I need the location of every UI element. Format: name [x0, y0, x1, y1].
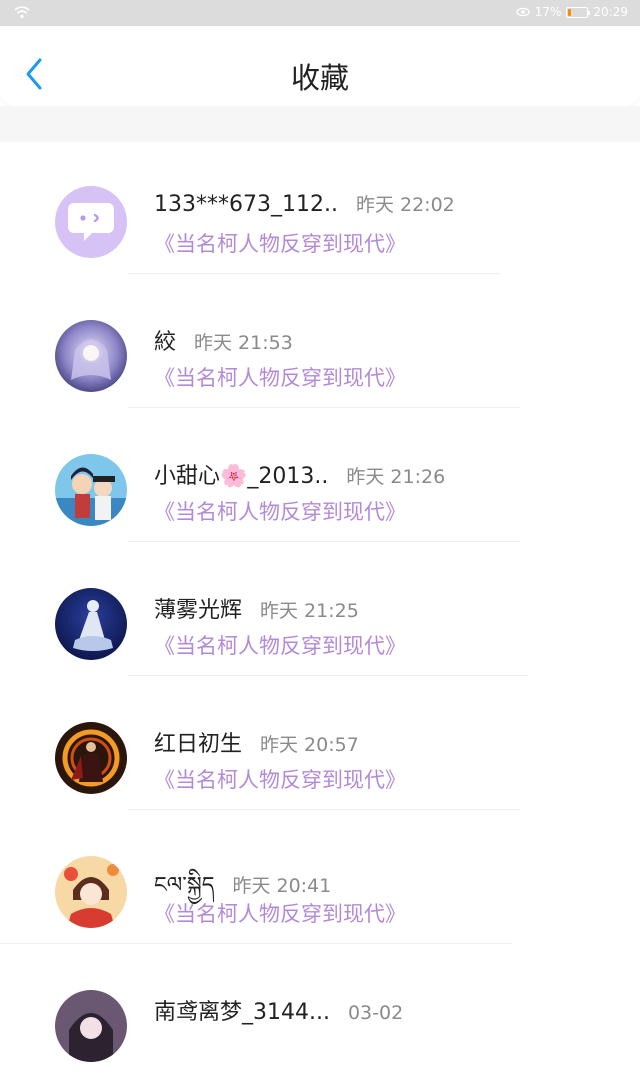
timestamp: 昨天 22:02 — [355, 194, 455, 216]
timestamp: 昨天 20:41 — [232, 875, 332, 897]
book-title-link[interactable]: 《当名柯人物反穿到现代》 — [154, 228, 406, 258]
book-title-link[interactable]: 《当名柯人物反穿到现代》 — [154, 362, 406, 392]
top-nav-bar: 收藏 — [0, 26, 640, 106]
user-avatar — [55, 990, 127, 1062]
timestamp: 昨天 20:57 — [260, 734, 359, 756]
status-time: 20:29 — [593, 5, 628, 19]
book-title-link[interactable]: 《当名柯人物反穿到现代》 — [154, 764, 406, 794]
user-avatar — [55, 588, 127, 660]
user-avatar — [55, 454, 127, 526]
list-item[interactable]: 红日初生 昨天 20:57 《当名柯人物反穿到现代》 — [0, 678, 640, 812]
favorites-list: 133***673_112.. 昨天 22:02 《当名柯人物反穿到现代》 絞 … — [0, 142, 640, 1080]
section-gap — [0, 106, 640, 142]
list-item[interactable]: ངལ་སྐྱིད 昨天 20:41 《当名柯人物反穿到现代》 — [0, 812, 640, 946]
divider — [128, 541, 520, 542]
divider — [0, 943, 512, 944]
eye-comfort-icon — [516, 7, 530, 17]
user-name: 薄雾光辉 — [154, 598, 243, 623]
battery-icon — [566, 6, 591, 18]
timestamp: 昨天 21:26 — [346, 466, 446, 488]
timestamp: 昨天 21:53 — [194, 332, 293, 354]
divider — [128, 407, 520, 408]
battery-level — [568, 8, 572, 16]
list-item[interactable]: 絞 昨天 21:53 《当名柯人物反穿到现代》 — [0, 276, 640, 410]
divider — [128, 809, 520, 810]
user-name: 133***673_112.. — [154, 192, 338, 217]
user-avatar — [55, 320, 127, 392]
list-item[interactable]: 133***673_112.. 昨天 22:02 《当名柯人物反穿到现代》 — [0, 142, 640, 276]
user-name: 小甜心🌸_2013.. — [154, 464, 329, 489]
user-name: 红日初生 — [154, 732, 243, 757]
timestamp: 昨天 21:25 — [260, 600, 359, 622]
list-item[interactable]: 小甜心🌸_2013.. 昨天 21:26 《当名柯人物反穿到现代》 — [0, 410, 640, 544]
book-title-link[interactable]: 《当名柯人物反穿到现代》 — [154, 898, 406, 928]
book-title-link[interactable]: 《当名柯人物反穿到现代》 — [154, 496, 406, 526]
user-avatar — [55, 856, 127, 928]
book-title-link[interactable]: 《当名柯人物反穿到现代》 — [154, 630, 406, 660]
user-name: 南鸢离梦_3144... — [154, 1000, 330, 1025]
divider — [128, 675, 528, 676]
status-bar: 17% 20:29 — [0, 0, 640, 26]
timestamp: 03-02 — [347, 1002, 404, 1024]
chat-bubble-icon — [55, 186, 127, 258]
list-item[interactable]: 薄雾光辉 昨天 21:25 《当名柯人物反穿到现代》 — [0, 544, 640, 678]
user-name: 絞 — [154, 330, 177, 355]
page-title: 收藏 — [290, 61, 349, 95]
divider — [128, 273, 500, 274]
wifi-icon — [14, 6, 30, 19]
user-avatar — [55, 722, 127, 794]
list-item[interactable]: 南鸢离梦_3144... 03-02 — [0, 946, 640, 1080]
battery-percent: 17% — [534, 5, 562, 19]
